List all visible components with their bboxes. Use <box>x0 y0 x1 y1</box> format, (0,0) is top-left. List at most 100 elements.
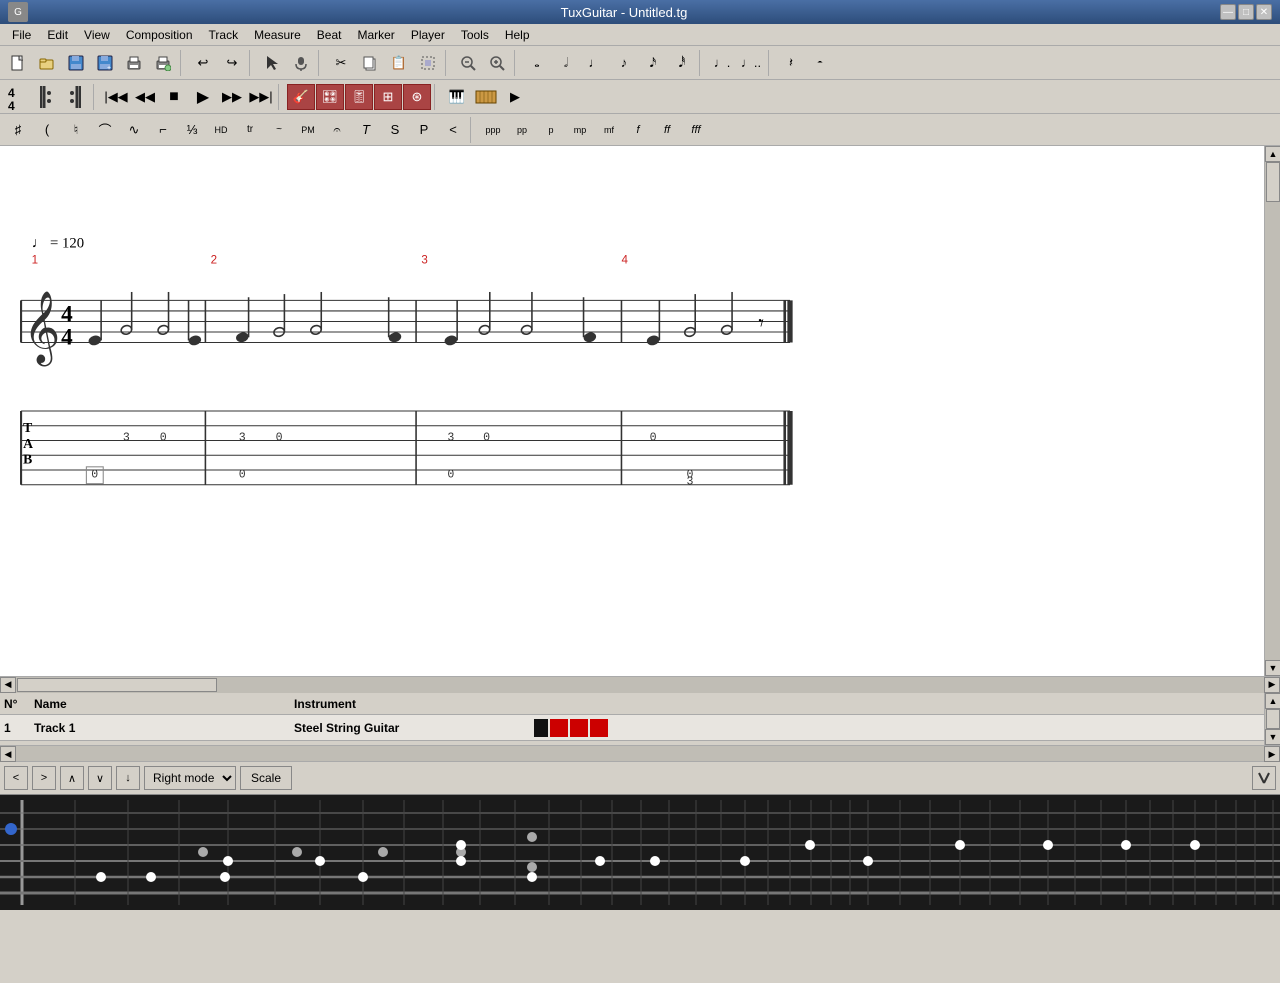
matrix-button[interactable]: ⊞ <box>374 84 402 110</box>
sharp-button[interactable]: ♯ <box>4 117 32 143</box>
track-hscroll-track[interactable] <box>16 746 1264 761</box>
track-scroll-down[interactable]: ▼ <box>1265 729 1280 745</box>
eighth-note-button[interactable]: ♪ <box>610 50 638 76</box>
scroll-track[interactable] <box>1265 162 1280 660</box>
nav-down-button[interactable]: ↓ <box>116 766 140 790</box>
triplet-button[interactable]: ⅓ <box>178 117 206 143</box>
mixer-button[interactable]: 🎚 <box>345 84 373 110</box>
play-button[interactable]: ▶ <box>189 84 217 110</box>
chord-button[interactable]: P <box>410 117 438 143</box>
menu-marker[interactable]: Marker <box>349 26 402 44</box>
save-as-button[interactable]: + <box>91 50 119 76</box>
whole-note-button[interactable]: 𝅝 <box>523 50 551 76</box>
redo-button[interactable]: ↪ <box>218 50 246 76</box>
track-vertical-scrollbar[interactable]: ▲ ▼ <box>1264 693 1280 745</box>
effects-button[interactable]: 🎛 <box>316 84 344 110</box>
zoom-out-button[interactable] <box>454 50 482 76</box>
titlebar-controls[interactable]: — □ ✕ <box>1220 4 1272 20</box>
pp-button[interactable]: pp <box>508 117 536 143</box>
scroll-up-button[interactable]: ▲ <box>1265 146 1280 162</box>
forward-end-button[interactable]: ▶▶| <box>247 84 275 110</box>
repeat-close-button[interactable] <box>62 84 90 110</box>
copy-button[interactable] <box>356 50 384 76</box>
forward-button[interactable]: ▶▶ <box>218 84 246 110</box>
double-dotted-button[interactable]: ♩.. <box>737 50 765 76</box>
fermata-button[interactable]: 𝄐 <box>323 117 351 143</box>
track-hscroll-left[interactable]: ◀ <box>0 746 16 762</box>
maximize-button[interactable]: □ <box>1238 4 1254 20</box>
tied-note-button[interactable]: ⌒ <box>91 117 119 143</box>
synth-button[interactable]: ▶ <box>501 84 529 110</box>
track-horizontal-scrollbar[interactable]: ◀ ▶ <box>0 745 1280 761</box>
nav-right-button[interactable]: > <box>32 766 56 790</box>
open-button[interactable] <box>33 50 61 76</box>
menu-tools[interactable]: Tools <box>453 26 497 44</box>
menu-help[interactable]: Help <box>497 26 538 44</box>
print-button[interactable] <box>120 50 148 76</box>
new-button[interactable] <box>4 50 32 76</box>
menu-measure[interactable]: Measure <box>246 26 309 44</box>
pop-button[interactable]: ⌐ <box>149 117 177 143</box>
menu-view[interactable]: View <box>76 26 118 44</box>
nav-left-button[interactable]: < <box>4 766 28 790</box>
rewind-button[interactable]: ◀◀ <box>131 84 159 110</box>
zoom-in-button[interactable] <box>483 50 511 76</box>
f-button[interactable]: f <box>624 117 652 143</box>
cut-button[interactable]: ✂ <box>327 50 355 76</box>
stop-button[interactable]: ■ <box>160 84 188 110</box>
trill-button[interactable]: tr <box>236 117 264 143</box>
track-scroll-track[interactable] <box>1265 709 1280 729</box>
fretboard[interactable]: // Will draw frets via JS below <box>0 795 1280 910</box>
track-hscroll-right[interactable]: ▶ <box>1264 746 1280 762</box>
text-button[interactable]: T <box>352 117 380 143</box>
menu-file[interactable]: File <box>4 26 39 44</box>
menu-edit[interactable]: Edit <box>39 26 76 44</box>
horizontal-scrollbar[interactable]: ◀ ▶ <box>0 676 1280 692</box>
thirtysecond-note-button[interactable]: 𝅘𝅥𝅰 <box>668 50 696 76</box>
paste-button[interactable]: 📋 <box>385 50 413 76</box>
ff-button[interactable]: ff <box>653 117 681 143</box>
print-preview-button[interactable] <box>149 50 177 76</box>
dotted-button[interactable]: ♩. <box>708 50 736 76</box>
menu-composition[interactable]: Composition <box>118 26 201 44</box>
instruments-button[interactable]: 🎸 <box>287 84 315 110</box>
repeat-open-button[interactable] <box>33 84 61 110</box>
menu-player[interactable]: Player <box>403 26 453 44</box>
fretboard-button[interactable] <box>472 84 500 110</box>
piano-button[interactable]: 🎹 <box>443 84 471 110</box>
menu-track[interactable]: Track <box>201 26 247 44</box>
time-sig-button[interactable]: 44 <box>4 84 32 110</box>
track-scroll-up[interactable]: ▲ <box>1265 693 1280 709</box>
hscroll-track[interactable] <box>16 677 1264 693</box>
scroll-thumb[interactable] <box>1266 162 1280 202</box>
save-button[interactable] <box>62 50 90 76</box>
p-button[interactable]: p <box>537 117 565 143</box>
mf-button[interactable]: mf <box>595 117 623 143</box>
rest2-button[interactable]: 𝄼 <box>806 50 834 76</box>
half-note-button[interactable]: 𝅗𝅥 <box>552 50 580 76</box>
mode-select[interactable]: Right mode Left mode <box>144 766 236 790</box>
pm-button[interactable]: PM <box>294 117 322 143</box>
vertical-scrollbar[interactable]: ▲ ▼ <box>1264 146 1280 676</box>
voice-button[interactable] <box>287 50 315 76</box>
cursor-button[interactable] <box>258 50 286 76</box>
fff-button[interactable]: fff <box>682 117 710 143</box>
scroll-down-button[interactable]: ▼ <box>1265 660 1280 676</box>
scale-button[interactable]: Scale <box>240 766 292 790</box>
undo-button[interactable]: ↩ <box>189 50 217 76</box>
flat-button[interactable]: ( <box>33 117 61 143</box>
menu-beat[interactable]: Beat <box>309 26 350 44</box>
table-row[interactable]: 1 Track 1 Steel String Guitar <box>0 715 1264 741</box>
dynamic-button[interactable]: < <box>439 117 467 143</box>
hscroll-left-button[interactable]: ◀ <box>0 677 16 693</box>
close-button[interactable]: ✕ <box>1256 4 1272 20</box>
nav-up-button[interactable]: ∧ <box>60 766 84 790</box>
minimize-button[interactable]: — <box>1220 4 1236 20</box>
natural-button[interactable]: ♮ <box>62 117 90 143</box>
tune-icon-container[interactable] <box>1252 766 1276 790</box>
rest-button[interactable]: 𝄽 <box>777 50 805 76</box>
quarter-note-button[interactable]: ♩ <box>581 50 609 76</box>
slash-button[interactable]: S <box>381 117 409 143</box>
mp-button[interactable]: mp <box>566 117 594 143</box>
hscroll-thumb[interactable] <box>17 678 217 692</box>
